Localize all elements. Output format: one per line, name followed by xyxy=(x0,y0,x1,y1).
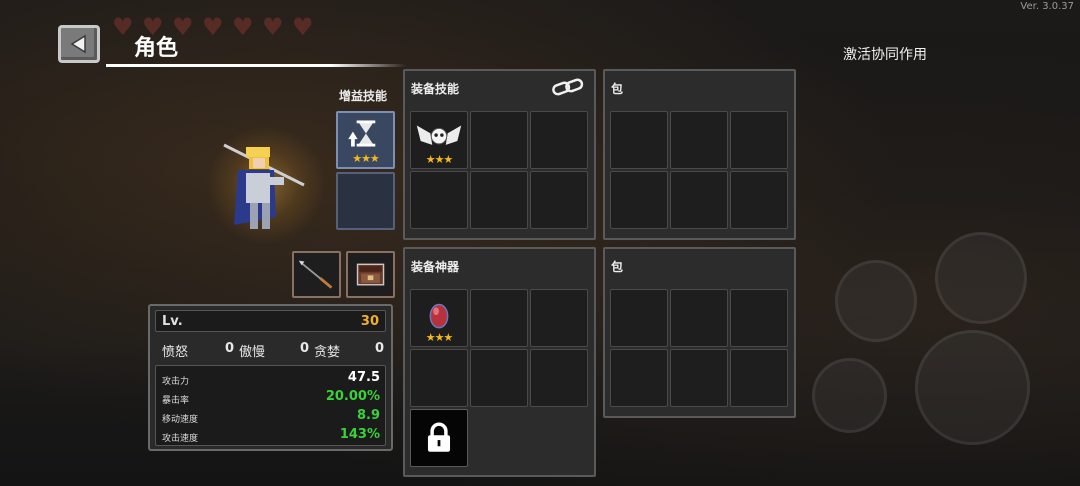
artifact-slot[interactable] xyxy=(470,349,528,407)
substat-key: 暴击率 xyxy=(162,396,190,406)
skill-stars: ★★★ xyxy=(425,153,454,166)
skills-bag-title: 包 xyxy=(611,82,624,96)
substat-key: 攻击力 xyxy=(162,377,190,387)
substat-value: 143% xyxy=(339,427,380,442)
bag-slot[interactable] xyxy=(610,289,668,347)
background-attack-button xyxy=(915,330,1030,445)
page-title: 角色 xyxy=(134,36,179,61)
equipped-skills-title: 装备技能 xyxy=(411,82,460,96)
artifact-slot[interactable]: ★★★ xyxy=(410,289,468,347)
skill-slot[interactable] xyxy=(530,111,588,169)
artifact-slot[interactable] xyxy=(410,349,468,407)
boost-skill-label: 增益技能 xyxy=(339,89,388,103)
skill-slot[interactable]: ★★★ xyxy=(410,111,468,169)
substat-row: 攻击速度 143% xyxy=(162,427,380,445)
bag-slot[interactable] xyxy=(670,349,728,407)
locked-artifact-slot[interactable] xyxy=(410,409,468,467)
back-arrow-icon xyxy=(70,34,86,54)
substat-row: 移动速度 8.9 xyxy=(162,408,380,426)
artifacts-bag-panel: 包 xyxy=(603,247,796,418)
version-label: Ver. 3.0.37 xyxy=(1020,1,1074,12)
substat-key: 攻击速度 xyxy=(162,434,199,444)
trait-value: 0 xyxy=(375,341,385,356)
bag-slot[interactable] xyxy=(670,171,728,229)
equipped-skills-panel: 装备技能 ★★★ xyxy=(403,69,596,240)
skill-slot[interactable] xyxy=(470,171,528,229)
trait-name: 愤怒 xyxy=(162,345,189,360)
hero-portrait xyxy=(206,125,326,245)
substat-value: 8.9 xyxy=(356,408,380,423)
trait-value: 0 xyxy=(225,341,235,356)
knight-sprite-icon xyxy=(223,143,305,229)
boost-skill-stars: ★★★ xyxy=(352,152,380,165)
lock-icon xyxy=(427,422,451,452)
armor-slot[interactable] xyxy=(346,251,395,298)
skills-bag-panel: 包 xyxy=(603,69,796,240)
bag-slot[interactable] xyxy=(670,289,728,347)
boost-skill-slot-2[interactable] xyxy=(336,172,395,230)
skill-slot[interactable] xyxy=(470,111,528,169)
equipped-artifacts-title: 装备神器 xyxy=(411,260,460,274)
bag-slot[interactable] xyxy=(730,171,788,229)
skill-slot[interactable] xyxy=(530,171,588,229)
trait-value: 0 xyxy=(300,341,310,356)
bag-slot[interactable] xyxy=(670,111,728,169)
spear-icon xyxy=(298,260,332,289)
background-item-button xyxy=(812,358,887,433)
weapon-slot[interactable] xyxy=(292,251,341,298)
bag-slot[interactable] xyxy=(610,171,668,229)
background-dash-button xyxy=(835,260,917,342)
substat-value: 20.00% xyxy=(325,389,380,404)
traits-row: 愤怒 0 傲慢 0 贪婪 0 xyxy=(162,341,385,360)
artifact-slot[interactable] xyxy=(530,349,588,407)
stats-panel: Lv. 30 愤怒 0 傲慢 0 贪婪 0 攻击力 47.5 暴击率 20.00… xyxy=(148,304,393,451)
boost-skill-slot-1[interactable]: ★★★ xyxy=(336,111,395,169)
bag-slot[interactable] xyxy=(730,349,788,407)
substats-box: 攻击力 47.5 暴击率 20.00% 移动速度 8.9 攻击速度 143% xyxy=(155,365,386,446)
substat-row: 暴击率 20.00% xyxy=(162,389,380,407)
substat-key: 移动速度 xyxy=(162,415,199,425)
link-icon[interactable] xyxy=(550,77,586,97)
trait-name: 贪婪 xyxy=(314,345,341,360)
bag-slot[interactable] xyxy=(730,111,788,169)
skills-bag-grid xyxy=(610,111,788,229)
trait-name: 傲慢 xyxy=(239,345,266,360)
bag-slot[interactable] xyxy=(610,111,668,169)
activate-synergy-button[interactable]: 激活协同作用 xyxy=(843,44,927,64)
artifact-slot[interactable] xyxy=(470,289,528,347)
level-label: Lv. xyxy=(162,313,183,329)
level-row: Lv. 30 xyxy=(155,310,386,332)
title-underline xyxy=(106,64,406,67)
back-button[interactable] xyxy=(58,25,100,63)
bag-slot[interactable] xyxy=(610,349,668,407)
skill-slot[interactable] xyxy=(410,171,468,229)
substat-value: 47.5 xyxy=(347,370,380,385)
substat-row: 攻击力 47.5 xyxy=(162,370,380,388)
chest-armor-icon xyxy=(356,263,384,285)
equipped-skills-grid: ★★★ xyxy=(410,111,588,229)
artifacts-bag-title: 包 xyxy=(611,260,624,274)
bag-slot[interactable] xyxy=(730,289,788,347)
artifact-slot[interactable] xyxy=(530,289,588,347)
equipped-artifacts-panel: 装备神器 ★★★ xyxy=(403,247,596,477)
level-value: 30 xyxy=(360,313,379,329)
background-skill-button xyxy=(935,232,1027,324)
artifacts-bag-grid xyxy=(610,289,788,407)
artifact-stars: ★★★ xyxy=(425,331,454,344)
equipped-artifacts-grid: ★★★ xyxy=(410,289,588,467)
